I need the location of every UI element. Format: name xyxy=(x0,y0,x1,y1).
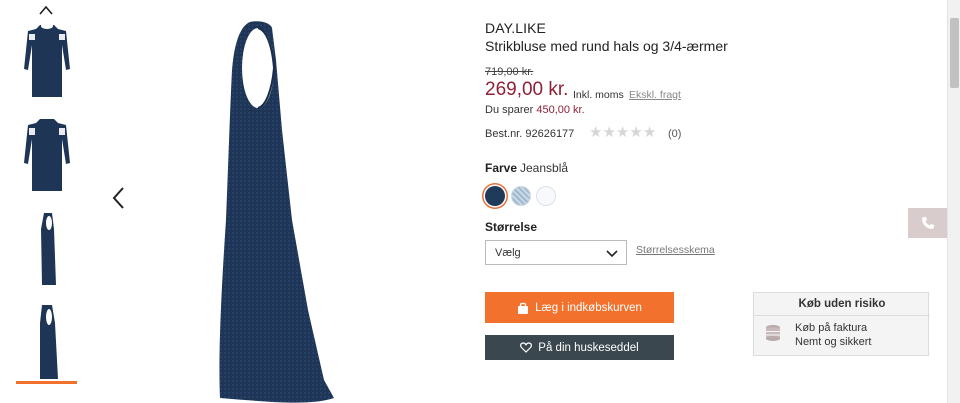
item-number: Best.nr. 92626177 xyxy=(485,128,575,140)
incl-vat-label: Inkl. moms xyxy=(573,89,624,101)
wishlist-button[interactable]: På din huskeseddel xyxy=(485,335,674,360)
star-icon: ★ xyxy=(629,124,643,141)
product-brand[interactable]: DAY.LIKE xyxy=(485,20,546,36)
star-icon: ★ xyxy=(642,124,657,141)
add-to-cart-button[interactable]: Læg i indkøbskurven xyxy=(485,292,674,323)
scrollbar-thumb[interactable] xyxy=(950,18,959,88)
saving-prefix: Du sparer xyxy=(485,104,534,116)
page-scrollbar[interactable] xyxy=(947,0,960,403)
risk-free-box: Køb uden risiko Køb på faktura Nemt og s… xyxy=(753,292,930,356)
product-title: Strikbluse med rund hals og 3/4-ærmer xyxy=(485,38,728,54)
star-icon: ★ xyxy=(602,124,616,141)
risk-line-secure: Nemt og sikkert xyxy=(795,336,872,348)
thumbnail-side-view-2[interactable] xyxy=(14,300,80,382)
color-label: Farve xyxy=(485,161,518,175)
rating-count[interactable]: (0) xyxy=(668,128,681,140)
size-label: Størrelse xyxy=(485,220,538,234)
old-price: 719,00 kr. xyxy=(485,66,534,78)
current-price: 269,00 kr. xyxy=(485,79,569,100)
thumbnail-side-view[interactable] xyxy=(14,208,80,290)
size-select-value: Vælg xyxy=(495,247,521,259)
thumbnail-front-view[interactable] xyxy=(14,20,80,102)
size-select[interactable]: Vælg xyxy=(485,240,627,265)
thumbnail-back-view[interactable] xyxy=(14,114,80,196)
excl-shipping-link[interactable]: Ekskl. fragt xyxy=(629,89,681,101)
color-swatch-jeansblue[interactable] xyxy=(485,186,505,206)
star-icon: ★ xyxy=(615,124,630,141)
thumbnail-active-indicator xyxy=(16,381,77,384)
risk-box-title: Køb uden risiko xyxy=(798,298,886,310)
saving-text: Du sparer 450,00 kr. xyxy=(485,104,585,116)
main-product-image xyxy=(219,21,334,403)
heart-icon xyxy=(520,342,533,353)
chevron-left-icon[interactable] xyxy=(109,185,129,211)
color-swatch-white[interactable] xyxy=(536,186,556,206)
phone-icon xyxy=(921,217,934,229)
color-swatch-lightblue[interactable] xyxy=(511,186,531,206)
divider xyxy=(754,315,930,316)
coins-icon xyxy=(766,325,780,341)
chevron-up-icon[interactable] xyxy=(38,4,54,16)
phone-contact-button[interactable] xyxy=(908,208,947,238)
chevron-down-icon xyxy=(606,250,618,258)
saving-amount: 450,00 kr. xyxy=(536,104,585,116)
shopping-bag-icon xyxy=(518,302,529,314)
star-icon: ★ xyxy=(589,124,603,141)
rating-stars[interactable]: ★ ★ ★ ★ ★ xyxy=(589,124,656,142)
size-chart-link[interactable]: Størrelsesskema xyxy=(636,244,715,256)
color-selected-value: Jeansblå xyxy=(520,161,569,175)
wishlist-label: På din huskeseddel xyxy=(538,341,639,354)
risk-line-invoice: Køb på faktura xyxy=(795,322,868,334)
add-to-cart-label: Læg i indkøbskurven xyxy=(535,301,642,314)
